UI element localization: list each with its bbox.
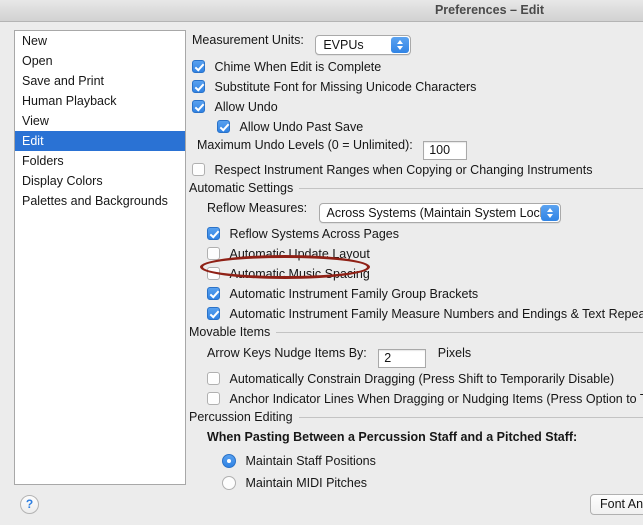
measurement-units-row: Measurement Units: EVPUs [192,32,412,55]
chevron-updown-icon [540,205,559,221]
automatic-update-layout-checkbox[interactable] [207,247,220,260]
font-annotation-button[interactable]: Font An [590,494,643,515]
sidebar-item-view[interactable]: View [15,111,185,131]
movable-items-section-header: Movable Items [189,325,643,339]
allow-undo-checkbox[interactable] [192,100,205,113]
maximum-undo-levels-label: Maximum Undo Levels (0 = Unlimited): [197,138,413,152]
section-divider-rule [298,416,643,418]
sidebar-item-palettes-and-backgrounds[interactable]: Palettes and Backgrounds [15,191,185,211]
substitute-font-label: Substitute Font for Missing Unicode Char… [214,80,477,94]
automatic-family-measure-numbers-checkbox[interactable] [207,307,220,320]
allow-undo-past-save-label: Allow Undo Past Save [239,120,364,134]
allow-undo-past-save-checkbox[interactable] [217,120,230,133]
substitute-font-row[interactable]: Substitute Font for Missing Unicode Char… [192,79,476,95]
reflow-measures-select[interactable]: Across Systems (Maintain System Locks) [318,203,561,223]
sidebar-item-human-playback[interactable]: Human Playback [15,91,185,111]
automatic-family-group-brackets-checkbox[interactable] [207,287,220,300]
reflow-systems-across-pages-row[interactable]: Reflow Systems Across Pages [207,226,399,242]
chime-when-edit-complete-label: Chime When Edit is Complete [214,60,382,74]
sidebar-item-save-and-print[interactable]: Save and Print [15,71,185,91]
movable-items-title: Movable Items [189,325,271,339]
automatic-music-spacing-label: Automatic Music Spacing [229,267,370,281]
sidebar-item-edit[interactable]: Edit [15,131,185,151]
preferences-window: Preferences – Edit New Open Save and Pri… [0,0,643,525]
arrow-keys-nudge-label: Arrow Keys Nudge Items By: [207,346,367,360]
sidebar-item-open[interactable]: Open [15,51,185,71]
percussion-paste-prompt-label: When Pasting Between a Percussion Staff … [207,430,578,444]
automatic-settings-section-header: Automatic Settings [189,181,643,195]
automatic-music-spacing-checkbox[interactable] [207,267,220,280]
chevron-updown-icon [391,37,410,53]
maintain-staff-positions-row[interactable]: Maintain Staff Positions [222,453,376,469]
reflow-systems-across-pages-label: Reflow Systems Across Pages [229,227,399,241]
measurement-units-label: Measurement Units: [192,33,304,47]
reflow-systems-across-pages-checkbox[interactable] [207,227,220,240]
maintain-staff-positions-label: Maintain Staff Positions [245,454,376,468]
anchor-indicator-lines-row[interactable]: Anchor Indicator Lines When Dragging or … [207,391,643,407]
constrain-dragging-checkbox[interactable] [207,372,220,385]
substitute-font-checkbox[interactable] [192,80,205,93]
allow-undo-label: Allow Undo [214,100,278,114]
automatic-family-group-brackets-row[interactable]: Automatic Instrument Family Group Bracke… [207,286,478,302]
sidebar-item-display-colors[interactable]: Display Colors [15,171,185,191]
category-list[interactable]: New Open Save and Print Human Playback V… [14,30,186,485]
automatic-update-layout-label: Automatic Update Layout [229,247,370,261]
window-titlebar[interactable]: Preferences – Edit [0,0,643,22]
help-button[interactable]: ? [20,495,39,514]
sidebar-item-folders[interactable]: Folders [15,151,185,171]
percussion-paste-prompt: When Pasting Between a Percussion Staff … [207,429,577,445]
percussion-editing-section-header: Percussion Editing [189,410,643,424]
section-divider-rule [299,187,643,189]
respect-instrument-ranges-row[interactable]: Respect Instrument Ranges when Copying o… [192,162,592,178]
automatic-update-layout-row[interactable]: Automatic Update Layout [207,246,370,262]
constrain-dragging-label: Automatically Constrain Dragging (Press … [229,372,615,386]
anchor-indicator-lines-checkbox[interactable] [207,392,220,405]
constrain-dragging-row[interactable]: Automatically Constrain Dragging (Press … [207,371,614,387]
automatic-settings-title: Automatic Settings [189,181,294,195]
maintain-midi-pitches-radio[interactable] [222,476,236,490]
chime-when-edit-complete-row[interactable]: Chime When Edit is Complete [192,59,381,75]
maximum-undo-levels-row: Maximum Undo Levels (0 = Unlimited): 100 [197,137,468,160]
percussion-editing-title: Percussion Editing [189,410,293,424]
respect-instrument-ranges-label: Respect Instrument Ranges when Copying o… [214,163,593,177]
automatic-music-spacing-row[interactable]: Automatic Music Spacing [207,266,370,282]
maintain-midi-pitches-row[interactable]: Maintain MIDI Pitches [222,475,367,491]
maintain-staff-positions-radio[interactable] [222,454,236,468]
reflow-measures-label: Reflow Measures: [207,201,308,215]
arrow-keys-nudge-input[interactable]: 2 [378,349,427,368]
maintain-midi-pitches-label: Maintain MIDI Pitches [245,476,368,490]
section-divider-rule [276,331,643,333]
window-title: Preferences – Edit [434,3,545,17]
maximum-undo-levels-input[interactable]: 100 [423,141,468,160]
sidebar-item-new[interactable]: New [15,31,185,51]
allow-undo-past-save-row[interactable]: Allow Undo Past Save [217,119,363,135]
allow-undo-row[interactable]: Allow Undo [192,99,278,115]
respect-instrument-ranges-checkbox[interactable] [192,163,205,176]
automatic-family-measure-numbers-row[interactable]: Automatic Instrument Family Measure Numb… [207,306,643,322]
edit-preferences-pane: Measurement Units: EVPUs Chime When Edit… [189,28,643,491]
reflow-measures-value: Across Systems (Maintain System Locks) [326,206,557,220]
automatic-family-group-brackets-label: Automatic Instrument Family Group Bracke… [229,287,479,301]
arrow-keys-nudge-row: Arrow Keys Nudge Items By: 2 Pixels [207,345,471,368]
automatic-family-measure-numbers-label: Automatic Instrument Family Measure Numb… [229,307,643,321]
measurement-units-select[interactable]: EVPUs [315,35,412,55]
reflow-measures-row: Reflow Measures: Across Systems (Maintai… [207,200,561,223]
anchor-indicator-lines-label: Anchor Indicator Lines When Dragging or … [229,392,643,406]
arrow-keys-nudge-unit: Pixels [437,346,472,360]
chime-when-edit-complete-checkbox[interactable] [192,60,205,73]
